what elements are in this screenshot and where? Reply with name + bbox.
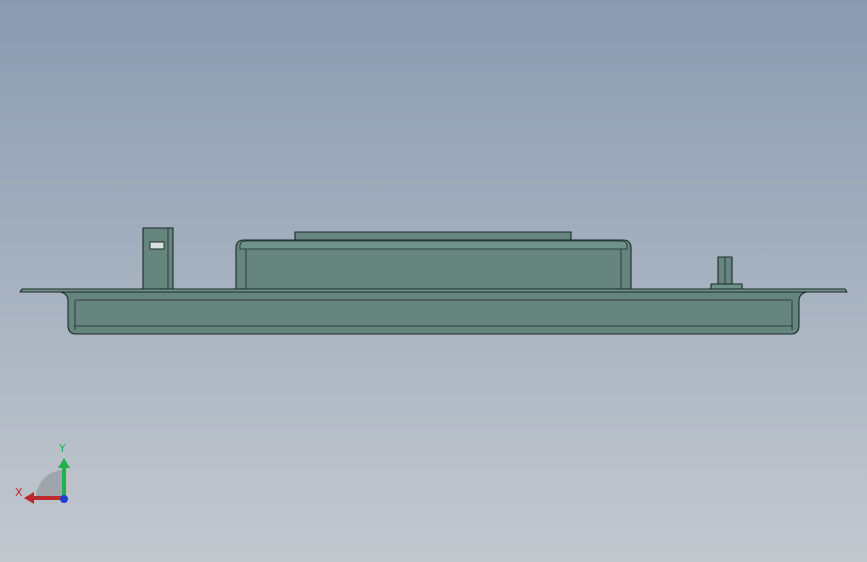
bracket-tab (142, 227, 174, 290)
z-axis-dot (60, 495, 68, 503)
top-cover-lip (239, 240, 628, 250)
triad-x-label: X (15, 486, 23, 499)
triad-plane (36, 470, 64, 498)
tray-body (59, 291, 808, 335)
pin-base (710, 283, 743, 290)
graphics-viewport[interactable]: Y X (0, 0, 867, 562)
model-view (0, 0, 867, 562)
bracket-slot (149, 241, 165, 250)
reference-triad: Y X (12, 440, 76, 510)
triad-y-label: Y (59, 442, 66, 455)
x-axis-arrowhead (24, 492, 34, 504)
y-axis-arrowhead (58, 458, 70, 468)
